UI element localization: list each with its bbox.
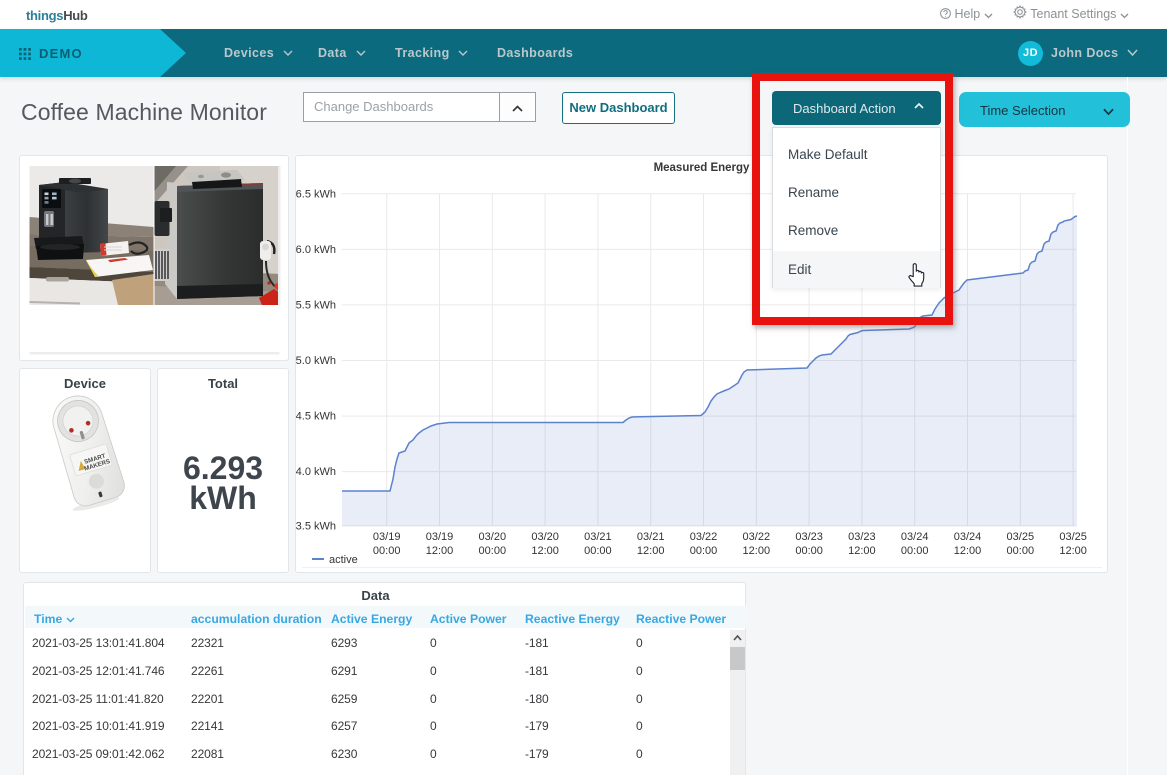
svg-text:5.5 kWh: 5.5 kWh bbox=[296, 299, 336, 311]
svg-text:12:00: 12:00 bbox=[954, 545, 982, 557]
svg-text:5.0 kWh: 5.0 kWh bbox=[296, 355, 336, 367]
svg-text:00:00: 00:00 bbox=[901, 545, 929, 557]
svg-text:03/24: 03/24 bbox=[901, 531, 929, 543]
svg-text:00:00: 00:00 bbox=[479, 545, 507, 557]
svg-text:4.0 kWh: 4.0 kWh bbox=[296, 466, 336, 478]
svg-text:12:00: 12:00 bbox=[848, 545, 876, 557]
svg-text:6.0 kWh: 6.0 kWh bbox=[296, 244, 336, 256]
svg-text:6.5 kWh: 6.5 kWh bbox=[296, 188, 336, 200]
svg-text:12:00: 12:00 bbox=[426, 545, 454, 557]
svg-text:12:00: 12:00 bbox=[637, 545, 665, 557]
svg-text:03/25: 03/25 bbox=[1059, 531, 1087, 543]
svg-text:03/23: 03/23 bbox=[795, 531, 823, 543]
svg-text:12:00: 12:00 bbox=[743, 545, 771, 557]
svg-text:03/23: 03/23 bbox=[848, 531, 876, 543]
svg-text:03/25: 03/25 bbox=[1007, 531, 1035, 543]
svg-text:12:00: 12:00 bbox=[1059, 545, 1087, 557]
svg-text:03/19: 03/19 bbox=[426, 531, 454, 543]
svg-text:03/20: 03/20 bbox=[531, 531, 559, 543]
svg-text:00:00: 00:00 bbox=[373, 545, 401, 557]
svg-text:03/24: 03/24 bbox=[954, 531, 982, 543]
svg-text:4.5 kWh: 4.5 kWh bbox=[296, 411, 336, 423]
svg-text:03/21: 03/21 bbox=[637, 531, 665, 543]
svg-text:00:00: 00:00 bbox=[795, 545, 823, 557]
svg-text:03/21: 03/21 bbox=[584, 531, 612, 543]
svg-text:00:00: 00:00 bbox=[1007, 545, 1035, 557]
svg-text:03/20: 03/20 bbox=[479, 531, 507, 543]
svg-text:00:00: 00:00 bbox=[584, 545, 612, 557]
svg-text:active: active bbox=[329, 554, 358, 566]
svg-text:3.5 kWh: 3.5 kWh bbox=[296, 521, 336, 533]
svg-text:03/19: 03/19 bbox=[373, 531, 401, 543]
svg-text:03/22: 03/22 bbox=[743, 531, 771, 543]
svg-text:03/22: 03/22 bbox=[690, 531, 718, 543]
svg-text:12:00: 12:00 bbox=[531, 545, 559, 557]
svg-text:00:00: 00:00 bbox=[690, 545, 718, 557]
